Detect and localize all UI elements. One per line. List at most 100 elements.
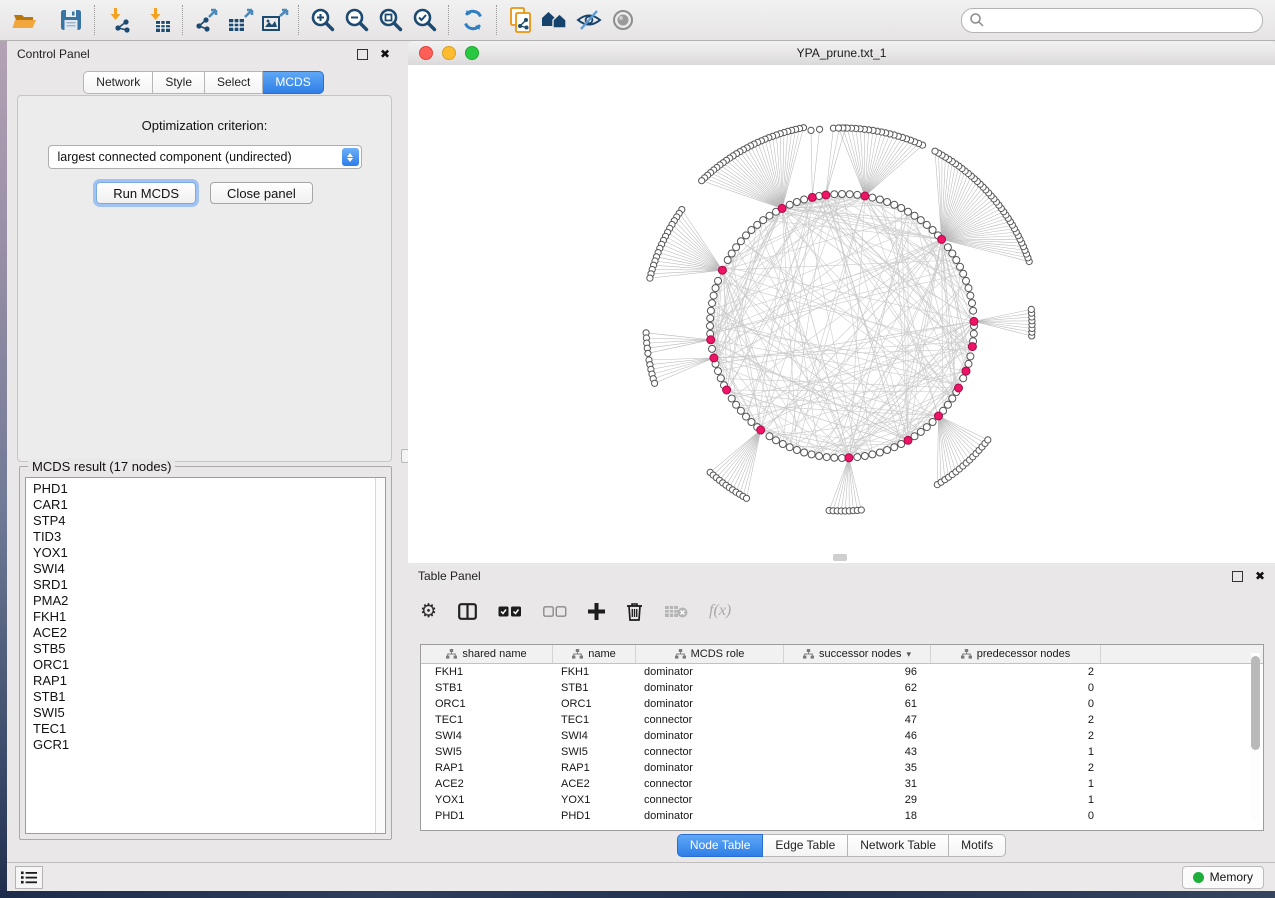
table-row[interactable]: PHD1PHD1dominator180 — [421, 808, 1263, 824]
cell-shared-name[interactable]: SWI4 — [421, 730, 553, 742]
add-column-icon[interactable] — [588, 603, 605, 620]
search-box[interactable] — [961, 8, 1263, 33]
cell-predecessor-nodes[interactable]: 2 — [931, 730, 1101, 742]
cell-name[interactable]: PHD1 — [553, 810, 636, 822]
table-row[interactable]: YOX1YOX1connector291 — [421, 792, 1263, 808]
mcds-result-item[interactable]: ORC1 — [33, 657, 385, 673]
network-graph[interactable] — [408, 65, 1275, 563]
column-header-successor-nodes[interactable]: successor nodes▾ — [784, 645, 931, 663]
mcds-result-item[interactable]: SRD1 — [33, 577, 385, 593]
mcds-result-item[interactable]: PHD1 — [33, 481, 385, 497]
search-input[interactable] — [985, 10, 1239, 30]
cell-name[interactable]: TEC1 — [553, 714, 636, 726]
network-canvas[interactable] — [408, 65, 1275, 563]
mcds-result-item[interactable]: SWI4 — [33, 561, 385, 577]
cell-successor-nodes[interactable]: 35 — [784, 762, 931, 774]
tab-node-table[interactable]: Node Table — [677, 834, 764, 857]
mcds-result-item[interactable]: STP4 — [33, 513, 385, 529]
cell-name[interactable]: SWI4 — [553, 730, 636, 742]
cell-MCDS-role[interactable]: dominator — [636, 730, 784, 742]
cell-name[interactable]: RAP1 — [553, 762, 636, 774]
close-panel-icon[interactable]: ✖ — [1255, 569, 1265, 583]
cell-predecessor-nodes[interactable]: 2 — [931, 714, 1101, 726]
cell-successor-nodes[interactable]: 29 — [784, 794, 931, 806]
table-row[interactable]: FKH1FKH1dominator962 — [421, 664, 1263, 680]
tab-mcds[interactable]: MCDS — [263, 71, 323, 94]
export-network-icon[interactable] — [190, 5, 224, 35]
cell-shared-name[interactable]: ORC1 — [421, 698, 553, 710]
deselect-all-icon[interactable] — [543, 606, 567, 617]
cell-shared-name[interactable]: RAP1 — [421, 762, 553, 774]
cell-successor-nodes[interactable]: 31 — [784, 778, 931, 790]
table-row[interactable]: TEC1TEC1connector472 — [421, 712, 1263, 728]
tab-style[interactable]: Style — [153, 71, 205, 94]
save-session-icon[interactable] — [54, 5, 88, 35]
tab-edge-table[interactable]: Edge Table — [763, 834, 848, 857]
tab-motifs[interactable]: Motifs — [949, 834, 1006, 857]
sort-dropdown-icon[interactable]: ▾ — [907, 649, 912, 660]
cell-shared-name[interactable]: STB1 — [421, 682, 553, 694]
table-row[interactable]: ACE2ACE2connector311 — [421, 776, 1263, 792]
import-network-icon[interactable] — [102, 5, 136, 35]
cell-shared-name[interactable]: ACE2 — [421, 778, 553, 790]
cell-predecessor-nodes[interactable]: 1 — [931, 746, 1101, 758]
tab-select[interactable]: Select — [205, 71, 263, 94]
mcds-list-scrollbar[interactable] — [375, 478, 385, 833]
panel-splitter[interactable] — [400, 41, 408, 862]
export-image-icon[interactable] — [258, 5, 292, 35]
table-row[interactable]: SWI4SWI4dominator462 — [421, 728, 1263, 744]
table-vscroll-thumb[interactable] — [1251, 656, 1260, 750]
cell-successor-nodes[interactable]: 18 — [784, 810, 931, 822]
mcds-result-item[interactable]: TID3 — [33, 529, 385, 545]
mcds-result-item[interactable]: FKH1 — [33, 609, 385, 625]
cell-MCDS-role[interactable]: dominator — [636, 810, 784, 822]
close-panel-icon[interactable]: ✖ — [380, 47, 390, 61]
mcds-result-item[interactable]: ACE2 — [33, 625, 385, 641]
column-header-predecessor-nodes[interactable]: predecessor nodes — [931, 645, 1101, 663]
cell-name[interactable]: SWI5 — [553, 746, 636, 758]
neighbors-houses-icon[interactable] — [538, 5, 572, 35]
cell-predecessor-nodes[interactable]: 0 — [931, 682, 1101, 694]
cell-shared-name[interactable]: YOX1 — [421, 794, 553, 806]
cell-MCDS-role[interactable]: dominator — [636, 698, 784, 710]
cell-predecessor-nodes[interactable]: 2 — [931, 666, 1101, 678]
optimization-criterion-select[interactable]: largest connected component (undirected) — [48, 145, 362, 169]
cell-name[interactable]: ACE2 — [553, 778, 636, 790]
zoom-out-icon[interactable] — [340, 5, 374, 35]
cell-successor-nodes[interactable]: 47 — [784, 714, 931, 726]
cell-predecessor-nodes[interactable]: 0 — [931, 698, 1101, 710]
table-row[interactable]: SWI5SWI5connector431 — [421, 744, 1263, 760]
close-panel-button[interactable]: Close panel — [210, 182, 313, 204]
import-table-icon[interactable] — [142, 5, 176, 35]
cell-shared-name[interactable]: PHD1 — [421, 810, 553, 822]
network-hscroll-thumb[interactable] — [833, 554, 847, 561]
cell-name[interactable]: STB1 — [553, 682, 636, 694]
cell-successor-nodes[interactable]: 62 — [784, 682, 931, 694]
cell-shared-name[interactable]: FKH1 — [421, 666, 553, 678]
tab-network[interactable]: Network — [83, 71, 153, 94]
zoom-fit-icon[interactable] — [374, 5, 408, 35]
task-history-list-icon[interactable] — [15, 866, 43, 889]
float-panel-icon[interactable] — [357, 49, 368, 60]
table-row[interactable]: RAP1RAP1dominator352 — [421, 760, 1263, 776]
mcds-result-item[interactable]: RAP1 — [33, 673, 385, 689]
cell-successor-nodes[interactable]: 46 — [784, 730, 931, 742]
cell-predecessor-nodes[interactable]: 1 — [931, 778, 1101, 790]
mcds-result-item[interactable]: PMA2 — [33, 593, 385, 609]
cell-MCDS-role[interactable]: connector — [636, 746, 784, 758]
graphics-details-eye-icon[interactable] — [606, 5, 640, 35]
mcds-result-item[interactable]: STB5 — [33, 641, 385, 657]
column-header-name[interactable]: name — [553, 645, 636, 663]
zoom-in-icon[interactable] — [306, 5, 340, 35]
mcds-result-item[interactable]: SWI5 — [33, 705, 385, 721]
table-row[interactable]: STB1STB1dominator620 — [421, 680, 1263, 696]
open-file-icon[interactable] — [8, 5, 42, 35]
duplicate-network-icon[interactable] — [504, 5, 538, 35]
cell-successor-nodes[interactable]: 43 — [784, 746, 931, 758]
cell-MCDS-role[interactable]: connector — [636, 714, 784, 726]
cell-predecessor-nodes[interactable]: 0 — [931, 810, 1101, 822]
cell-name[interactable]: FKH1 — [553, 666, 636, 678]
column-header-MCDS-role[interactable]: MCDS role — [636, 645, 784, 663]
mcds-result-item[interactable]: CAR1 — [33, 497, 385, 513]
network-window-titlebar[interactable]: YPA_prune.txt_1 — [408, 41, 1275, 66]
